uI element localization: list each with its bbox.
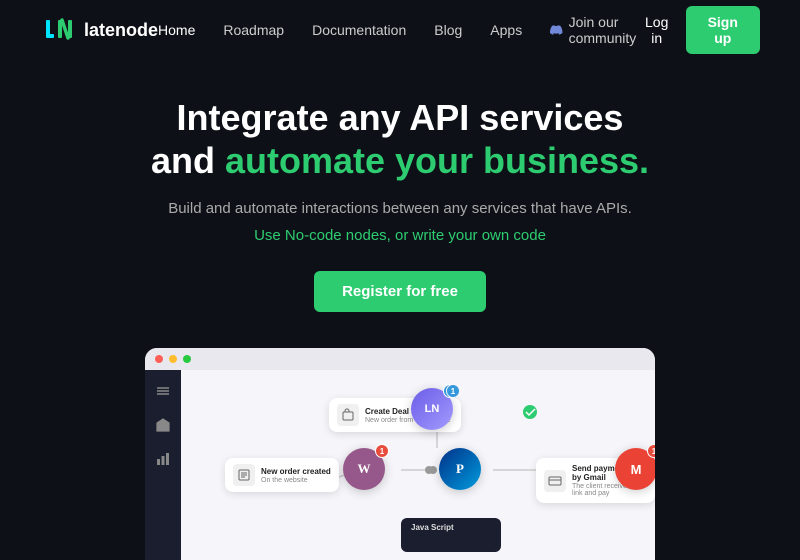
logo[interactable]: latenode bbox=[40, 12, 158, 48]
nav-home[interactable]: Home bbox=[158, 22, 195, 38]
demo-body: Create Deal in the CRM New order from th… bbox=[145, 370, 655, 560]
nav-blog[interactable]: Blog bbox=[434, 22, 462, 38]
discord-icon bbox=[550, 20, 562, 40]
woo-app-icon: W 1 bbox=[343, 448, 385, 490]
login-button[interactable]: Log in bbox=[644, 14, 670, 46]
sidebar-expand-icon[interactable] bbox=[154, 382, 172, 400]
nav-links: Home Roadmap Documentation Blog Apps Joi… bbox=[158, 14, 644, 46]
paypal-app-icon: P bbox=[439, 448, 481, 490]
register-button[interactable]: Register for free bbox=[314, 271, 486, 312]
sidebar-chart-icon[interactable] bbox=[154, 450, 172, 468]
signup-button[interactable]: Sign up bbox=[686, 6, 760, 54]
titlebar-dot-yellow bbox=[169, 355, 177, 363]
discord-link[interactable]: Join our community bbox=[550, 14, 644, 46]
logo-text: latenode bbox=[84, 20, 158, 41]
discord-label: Join our community bbox=[569, 14, 644, 46]
demo-canvas: Create Deal in the CRM New order from th… bbox=[181, 370, 655, 560]
order-node: New order created On the website bbox=[225, 458, 339, 492]
logo-icon bbox=[40, 12, 76, 48]
nav-documentation[interactable]: Documentation bbox=[312, 22, 406, 38]
demo-window: Create Deal in the CRM New order from th… bbox=[145, 348, 655, 560]
titlebar-dot-red bbox=[155, 355, 163, 363]
nav-auth: Log in Sign up bbox=[644, 6, 760, 54]
hero-section: Integrate any API services and automate … bbox=[0, 60, 800, 332]
nav-apps[interactable]: Apps bbox=[490, 22, 522, 38]
javascript-card: Java Script bbox=[401, 518, 501, 552]
sidebar-home-icon[interactable] bbox=[154, 416, 172, 434]
hero-subtext: Build and automate interactions between … bbox=[20, 198, 780, 247]
titlebar-dot-green bbox=[183, 355, 191, 363]
latenode-badge: 1 bbox=[446, 384, 460, 398]
demo-titlebar bbox=[145, 348, 655, 370]
nav-roadmap[interactable]: Roadmap bbox=[223, 22, 284, 38]
demo-sidebar bbox=[145, 370, 181, 560]
hero-heading: Integrate any API services and automate … bbox=[20, 96, 780, 182]
gmail-app-icon: M 1 bbox=[615, 448, 655, 490]
navbar: latenode Home Roadmap Documentation Blog… bbox=[0, 0, 800, 60]
